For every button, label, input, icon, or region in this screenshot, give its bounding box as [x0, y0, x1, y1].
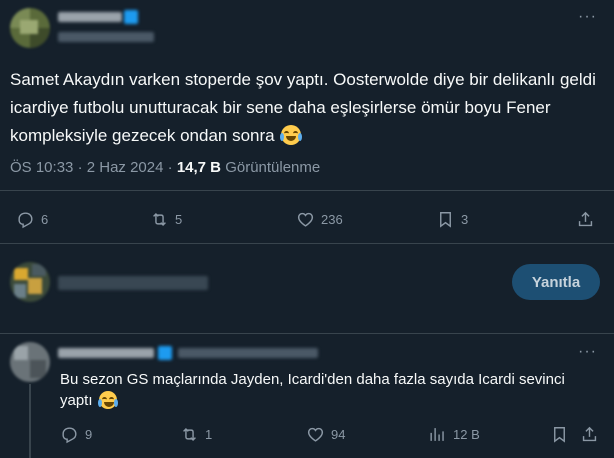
- tweet-date[interactable]: 2 Haz 2024: [87, 159, 164, 176]
- bookmark-action[interactable]: 3: [436, 210, 468, 229]
- divider: [0, 190, 614, 191]
- bookmark-icon: [554, 427, 565, 443]
- retweet-count: 5: [175, 212, 183, 227]
- author-display-name[interactable]: [58, 12, 122, 22]
- like-icon: [307, 427, 324, 442]
- tweet-meta: ÖS 10:33 · 2 Haz 2024 · 14,7 B Görüntüle…: [10, 159, 320, 176]
- retweet-action[interactable]: 1: [180, 425, 212, 444]
- tweet-text-content: Samet Akaydın varken stoperde şov yaptı.…: [10, 70, 596, 145]
- retweet-icon: [153, 212, 166, 227]
- reply-composer-input[interactable]: [58, 276, 208, 290]
- more-icon[interactable]: ···: [578, 8, 597, 26]
- views-count: 12 B: [453, 427, 480, 442]
- reply-icon: [18, 212, 33, 229]
- like-icon: [297, 212, 314, 227]
- current-user-avatar[interactable]: [10, 262, 50, 302]
- author-avatar[interactable]: [10, 8, 50, 48]
- share-icon: [582, 426, 597, 442]
- share-action[interactable]: [576, 210, 595, 229]
- reply-author-avatar[interactable]: [10, 342, 50, 382]
- views-icon: [430, 428, 444, 441]
- bookmark-icon: [440, 212, 451, 228]
- meta-separator: ·: [167, 159, 173, 176]
- author-handle[interactable]: [58, 32, 154, 42]
- tweet-time[interactable]: ÖS 10:33: [10, 159, 73, 176]
- tears-of-joy-emoji-icon: [280, 125, 303, 145]
- reply-action[interactable]: 6: [16, 210, 48, 229]
- reply-count: 9: [85, 427, 93, 442]
- like-count: 94: [331, 427, 346, 442]
- reply-count: 6: [41, 212, 49, 227]
- reply-icon: [62, 427, 77, 444]
- bookmark-count: 3: [461, 212, 469, 227]
- share-action[interactable]: [580, 425, 599, 444]
- views-action[interactable]: 12 B: [428, 425, 480, 444]
- like-action[interactable]: 94: [306, 425, 345, 444]
- tears-of-joy-emoji-icon: [97, 391, 118, 409]
- retweet-count: 1: [205, 427, 213, 442]
- reply-author-handle[interactable]: [178, 348, 318, 358]
- thread-line: [29, 384, 31, 458]
- reply-button[interactable]: Yanıtla: [512, 264, 600, 300]
- reply-verified-badge-icon: [158, 346, 172, 360]
- more-icon[interactable]: ···: [578, 343, 597, 361]
- meta-separator: ·: [77, 159, 83, 176]
- tweet-text: Samet Akaydın varken stoperde şov yaptı.…: [10, 66, 600, 150]
- reply-tweet-text-content: Bu sezon GS maçlarında Jayden, Icardi'de…: [60, 371, 565, 409]
- share-icon: [578, 211, 593, 227]
- verified-badge-icon: [124, 10, 138, 24]
- views-label: Görüntülenme: [225, 159, 321, 176]
- views-count: 14,7 B: [176, 159, 222, 176]
- retweet-action[interactable]: 5: [150, 210, 182, 229]
- divider: [0, 333, 614, 334]
- retweet-icon: [183, 427, 196, 442]
- reply-action[interactable]: 9: [60, 425, 92, 444]
- like-action[interactable]: 236: [296, 210, 343, 229]
- divider: [0, 243, 614, 244]
- like-count: 236: [321, 212, 343, 227]
- reply-author-display-name[interactable]: [58, 348, 154, 358]
- reply-tweet-text: Bu sezon GS maçlarında Jayden, Icardi'de…: [60, 369, 600, 411]
- bookmark-action[interactable]: [550, 425, 569, 444]
